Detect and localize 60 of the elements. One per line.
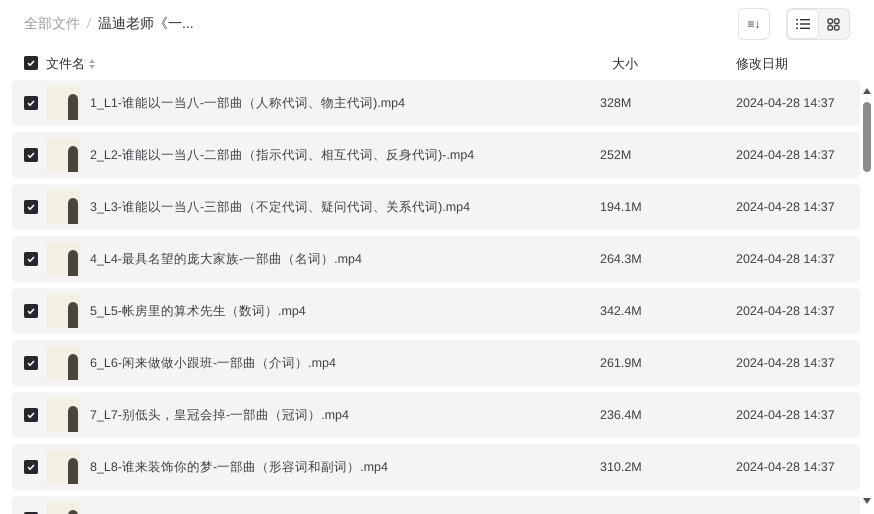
- modified-date: 2024-04-28 14:37: [736, 148, 836, 162]
- file-size: 342.4M: [600, 304, 643, 318]
- modified-date: 2024-04-28 14:37: [736, 96, 836, 110]
- file-name[interactable]: 6_L6-闲来做做小跟班-一部曲（介词）.mp4: [90, 354, 590, 372]
- row-checkbox[interactable]: [24, 356, 38, 370]
- grid-icon: [826, 18, 840, 30]
- file-row[interactable]: 5_L5-帐房里的算术先生（数词）.mp4 342.4M 2024-04-28 14:37: [12, 288, 860, 334]
- video-thumbnail: [46, 242, 80, 276]
- sort-button[interactable]: ≡↓: [738, 8, 770, 40]
- file-row[interactable]: 7_L7-别低头，皇冠会掉-一部曲（冠词）.mp4 236.4M 2024-04-28 14:37: [12, 392, 860, 438]
- file-name[interactable]: 2_L2-谁能以一当八-二部曲（指示代词、相互代词、反身代词)-.mp4: [90, 146, 590, 164]
- modified-date: 2024-04-28 14:37: [736, 304, 836, 318]
- breadcrumb-item[interactable]: 温迪老师《一...: [98, 15, 194, 33]
- video-thumbnail: [46, 138, 80, 172]
- list-view-button[interactable]: [788, 10, 818, 38]
- video-thumbnail: [46, 398, 80, 432]
- file-row[interactable]: 2_L2-谁能以一当八-二部曲（指示代词、相互代词、反身代词)-.mp4 252M 2024-04-28 14:37: [12, 132, 860, 178]
- video-thumbnail: [46, 294, 80, 328]
- video-thumbnail: [46, 190, 80, 224]
- file-size: 194.1M: [600, 200, 643, 214]
- row-checkbox[interactable]: [24, 252, 38, 266]
- file-name[interactable]: 7_L7-别低头，皇冠会掉-一部曲（冠词）.mp4: [90, 406, 590, 424]
- row-checkbox[interactable]: [24, 148, 38, 162]
- scrollbar-thumb[interactable]: [863, 102, 871, 172]
- modified-date: 2024-04-28 14:37: [736, 408, 836, 422]
- file-name[interactable]: 8_L8-谁来装饰你的梦-一部曲（形容词和副词）.mp4: [90, 458, 590, 476]
- file-size: 252M: [600, 148, 632, 162]
- select-all-checkbox[interactable]: [24, 56, 36, 72]
- column-header[interactable]: 文件名: [46, 55, 95, 73]
- file-row[interactable]: 8_L8-谁来装饰你的梦-一部曲（形容词和副词）.mp4 310.2M 2024-04-28 14:37: [12, 444, 860, 490]
- file-size: 328M: [600, 96, 632, 110]
- scroll-down-icon[interactable]: [863, 498, 871, 504]
- file-row[interactable]: 4_L4-最具名望的庞大家族-一部曲（名词）.mp4 264.3M 2024-04-28 14:37: [12, 236, 860, 282]
- row-checkbox[interactable]: [24, 96, 38, 110]
- modified-date: 2024-04-28 14:37: [736, 200, 836, 214]
- video-thumbnail: [46, 346, 80, 380]
- row-checkbox[interactable]: [24, 460, 38, 474]
- file-row[interactable]: 1_L1-谁能以一当八-一部曲（人称代词、物主代词).mp4 328M 2024-04-28 14:37: [12, 80, 860, 126]
- modified-date: 2024-04-28 14:37: [736, 460, 836, 474]
- video-thumbnail: [46, 86, 80, 120]
- file-name[interactable]: 3_L3-谁能以一当八-三部曲（不定代词、疑问代词、关系代词).mp4: [90, 198, 590, 216]
- file-size: 264.3M: [600, 252, 643, 266]
- column-header[interactable]: 修改日期: [734, 55, 788, 73]
- row-checkbox[interactable]: [24, 200, 38, 214]
- file-name[interactable]: 1_L1-谁能以一当八-一部曲（人称代词、物主代词).mp4: [90, 94, 590, 112]
- file-name[interactable]: 4_L4-最具名望的庞大家族-一部曲（名词）.mp4: [90, 250, 590, 268]
- column-header[interactable]: 大小: [598, 55, 638, 73]
- file-size: 261.9M: [600, 356, 643, 370]
- row-checkbox[interactable]: [24, 408, 38, 422]
- modified-date: 2024-04-28 14:37: [736, 356, 836, 370]
- row-checkbox[interactable]: [24, 304, 38, 318]
- file-name[interactable]: 5_L5-帐房里的算术先生（数词）.mp4: [90, 302, 590, 320]
- modified-date: 2024-04-28 14:37: [736, 252, 836, 266]
- file-size: 310.2M: [600, 460, 643, 474]
- video-thumbnail: [46, 450, 80, 484]
- list-icon: [796, 18, 810, 30]
- file-size: 236.4M: [600, 408, 643, 422]
- scroll-up-icon[interactable]: [863, 88, 871, 94]
- file-row[interactable]: 3_L3-谁能以一当八-三部曲（不定代词、疑问代词、关系代词).mp4 194.1M 2024-04-28 14:37: [12, 184, 860, 230]
- file-row[interactable]: 6_L6-闲来做做小跟班-一部曲（介词）.mp4 261.9M 2024-04-28 14:37: [12, 340, 860, 386]
